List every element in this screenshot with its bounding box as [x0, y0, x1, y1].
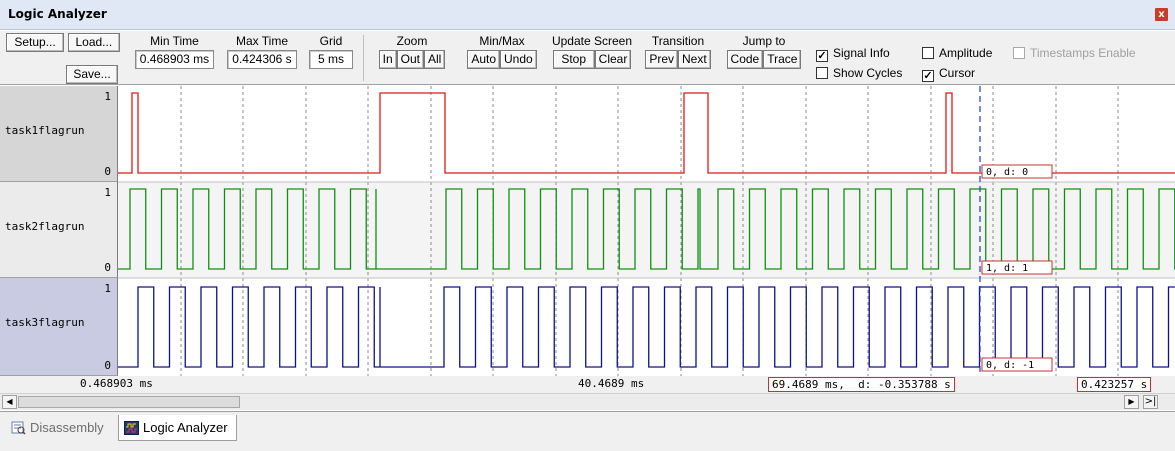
grid-group: Grid 5 ms: [306, 33, 356, 69]
scroll-end-icon[interactable]: >|: [1143, 395, 1158, 409]
trace-button[interactable]: Trace: [763, 50, 802, 69]
tab-label: Logic Analyzer: [143, 420, 228, 435]
amplitude-checkbox[interactable]: Amplitude: [922, 45, 992, 61]
jumpto-group: Jump to Code Trace: [719, 33, 809, 69]
signal-row-task3[interactable]: 1 task3flagrun 0: [0, 278, 118, 376]
clear-button[interactable]: Clear: [594, 50, 632, 69]
max-time-group: Max Time 0.424306 s: [221, 33, 303, 69]
signal-info-label: Signal Info: [833, 46, 890, 60]
show-cycles-label: Show Cycles: [833, 66, 903, 80]
load-button[interactable]: Load...: [67, 33, 120, 52]
tab-label: Disassembly: [30, 420, 104, 435]
minmax-group: Min/Max Auto Undo: [463, 33, 541, 69]
signal-low-label: 0: [104, 165, 111, 178]
signal-high-label: 1: [104, 90, 111, 103]
min-time-group: Min Time 0.468903 ms: [131, 33, 218, 69]
grid-value: 5 ms: [309, 50, 353, 69]
cursor-time-readout: 69.4689 ms, d: -0.353788 s: [768, 377, 955, 392]
update-group: Update Screen Stop Clear: [546, 33, 638, 69]
min-time-caption: Min Time: [150, 34, 199, 48]
time-axis: 0.468903 ms 40.4689 ms 69.4689 ms, d: -0…: [0, 376, 1175, 393]
scroll-thumb[interactable]: [18, 396, 240, 408]
zoom-caption: Zoom: [396, 34, 428, 48]
horizontal-scrollbar[interactable]: ◀ ▶ >|: [0, 393, 1175, 410]
setup-button[interactable]: Setup...: [6, 33, 64, 52]
cursor-info-text: 0, d: -1: [986, 360, 1034, 371]
minmax-caption: Min/Max: [479, 34, 525, 48]
title-bar: Logic Analyzer x: [0, 0, 1175, 30]
tab-bar: Disassembly Logic Analyzer: [0, 411, 1175, 451]
scroll-right-icon[interactable]: ▶: [1124, 395, 1139, 409]
signal-high-label: 1: [104, 186, 111, 199]
signal-name: task2flagrun: [5, 220, 85, 233]
check-icon: ✓: [922, 70, 934, 82]
prev-button[interactable]: Prev: [645, 50, 678, 69]
signal-row-task1[interactable]: 1 task1flagrun 0: [0, 86, 118, 182]
signal-name: task3flagrun: [5, 316, 85, 329]
check-icon: ✓: [816, 50, 828, 62]
disassembly-icon: [11, 421, 26, 435]
transition-group: Transition Prev Next: [643, 33, 713, 69]
transition-caption: Transition: [651, 34, 705, 48]
file-group: Setup... Load... Save...: [6, 33, 122, 84]
stop-button[interactable]: Stop: [552, 50, 595, 69]
tab-logic-analyzer[interactable]: Logic Analyzer: [118, 415, 237, 441]
cursor-label: Cursor: [939, 66, 976, 80]
timestamps-checkbox: Timestamps Enable: [1013, 45, 1136, 61]
signal-low-label: 0: [104, 261, 111, 274]
cursor-info-text: 1, d: 1: [986, 263, 1028, 274]
toolbar: Setup... Load... Save... Min Time 0.4689…: [0, 31, 1175, 85]
jumpto-caption: Jump to: [742, 34, 786, 48]
timestamps-label: Timestamps Enable: [1030, 46, 1136, 60]
scroll-left-icon[interactable]: ◀: [2, 395, 17, 409]
waveform-area[interactable]: 0, d: 0 1, d: 1 0, d: -1: [118, 86, 1175, 376]
signal-name: task1flagrun: [5, 124, 85, 137]
grid-caption: Grid: [319, 34, 343, 48]
cursor-checkbox[interactable]: ✓ Cursor: [922, 65, 976, 82]
time-right-label: 0.423257 s: [1077, 377, 1152, 392]
signal-high-label: 1: [104, 282, 111, 295]
next-button[interactable]: Next: [678, 50, 711, 69]
code-button[interactable]: Code: [726, 50, 764, 69]
auto-button[interactable]: Auto: [467, 50, 500, 69]
show-cycles-checkbox[interactable]: Show Cycles: [816, 65, 902, 81]
close-icon[interactable]: x: [1155, 8, 1168, 21]
time-left-label: 0.468903 ms: [80, 377, 153, 390]
update-caption: Update Screen: [551, 34, 633, 48]
cursor-info-text: 0, d: 0: [986, 167, 1028, 178]
time-center-label: 40.4689 ms: [578, 377, 645, 390]
amplitude-label: Amplitude: [939, 46, 993, 60]
signal-info-checkbox[interactable]: ✓ Signal Info: [816, 45, 890, 62]
window-title: Logic Analyzer: [8, 7, 107, 21]
signal-row-task2[interactable]: 1 task2flagrun 0: [0, 182, 118, 278]
zoom-out-button[interactable]: Out: [396, 50, 424, 69]
logic-analyzer-icon: [124, 421, 139, 435]
undo-button[interactable]: Undo: [500, 50, 537, 69]
zoom-group: Zoom In Out All: [366, 33, 458, 69]
tab-disassembly[interactable]: Disassembly: [6, 415, 112, 441]
max-time-caption: Max Time: [235, 34, 288, 48]
signal-names: 1 task1flagrun 0 1 task2flagrun 0 1 task…: [0, 86, 118, 376]
zoom-all-button[interactable]: All: [424, 50, 446, 69]
min-time-value: 0.468903 ms: [134, 50, 215, 69]
signal-low-label: 0: [104, 359, 111, 372]
zoom-in-button[interactable]: In: [378, 50, 397, 69]
max-time-value: 0.424306 s: [227, 50, 297, 69]
save-button[interactable]: Save...: [66, 65, 118, 84]
toolbar-divider: [363, 35, 364, 81]
